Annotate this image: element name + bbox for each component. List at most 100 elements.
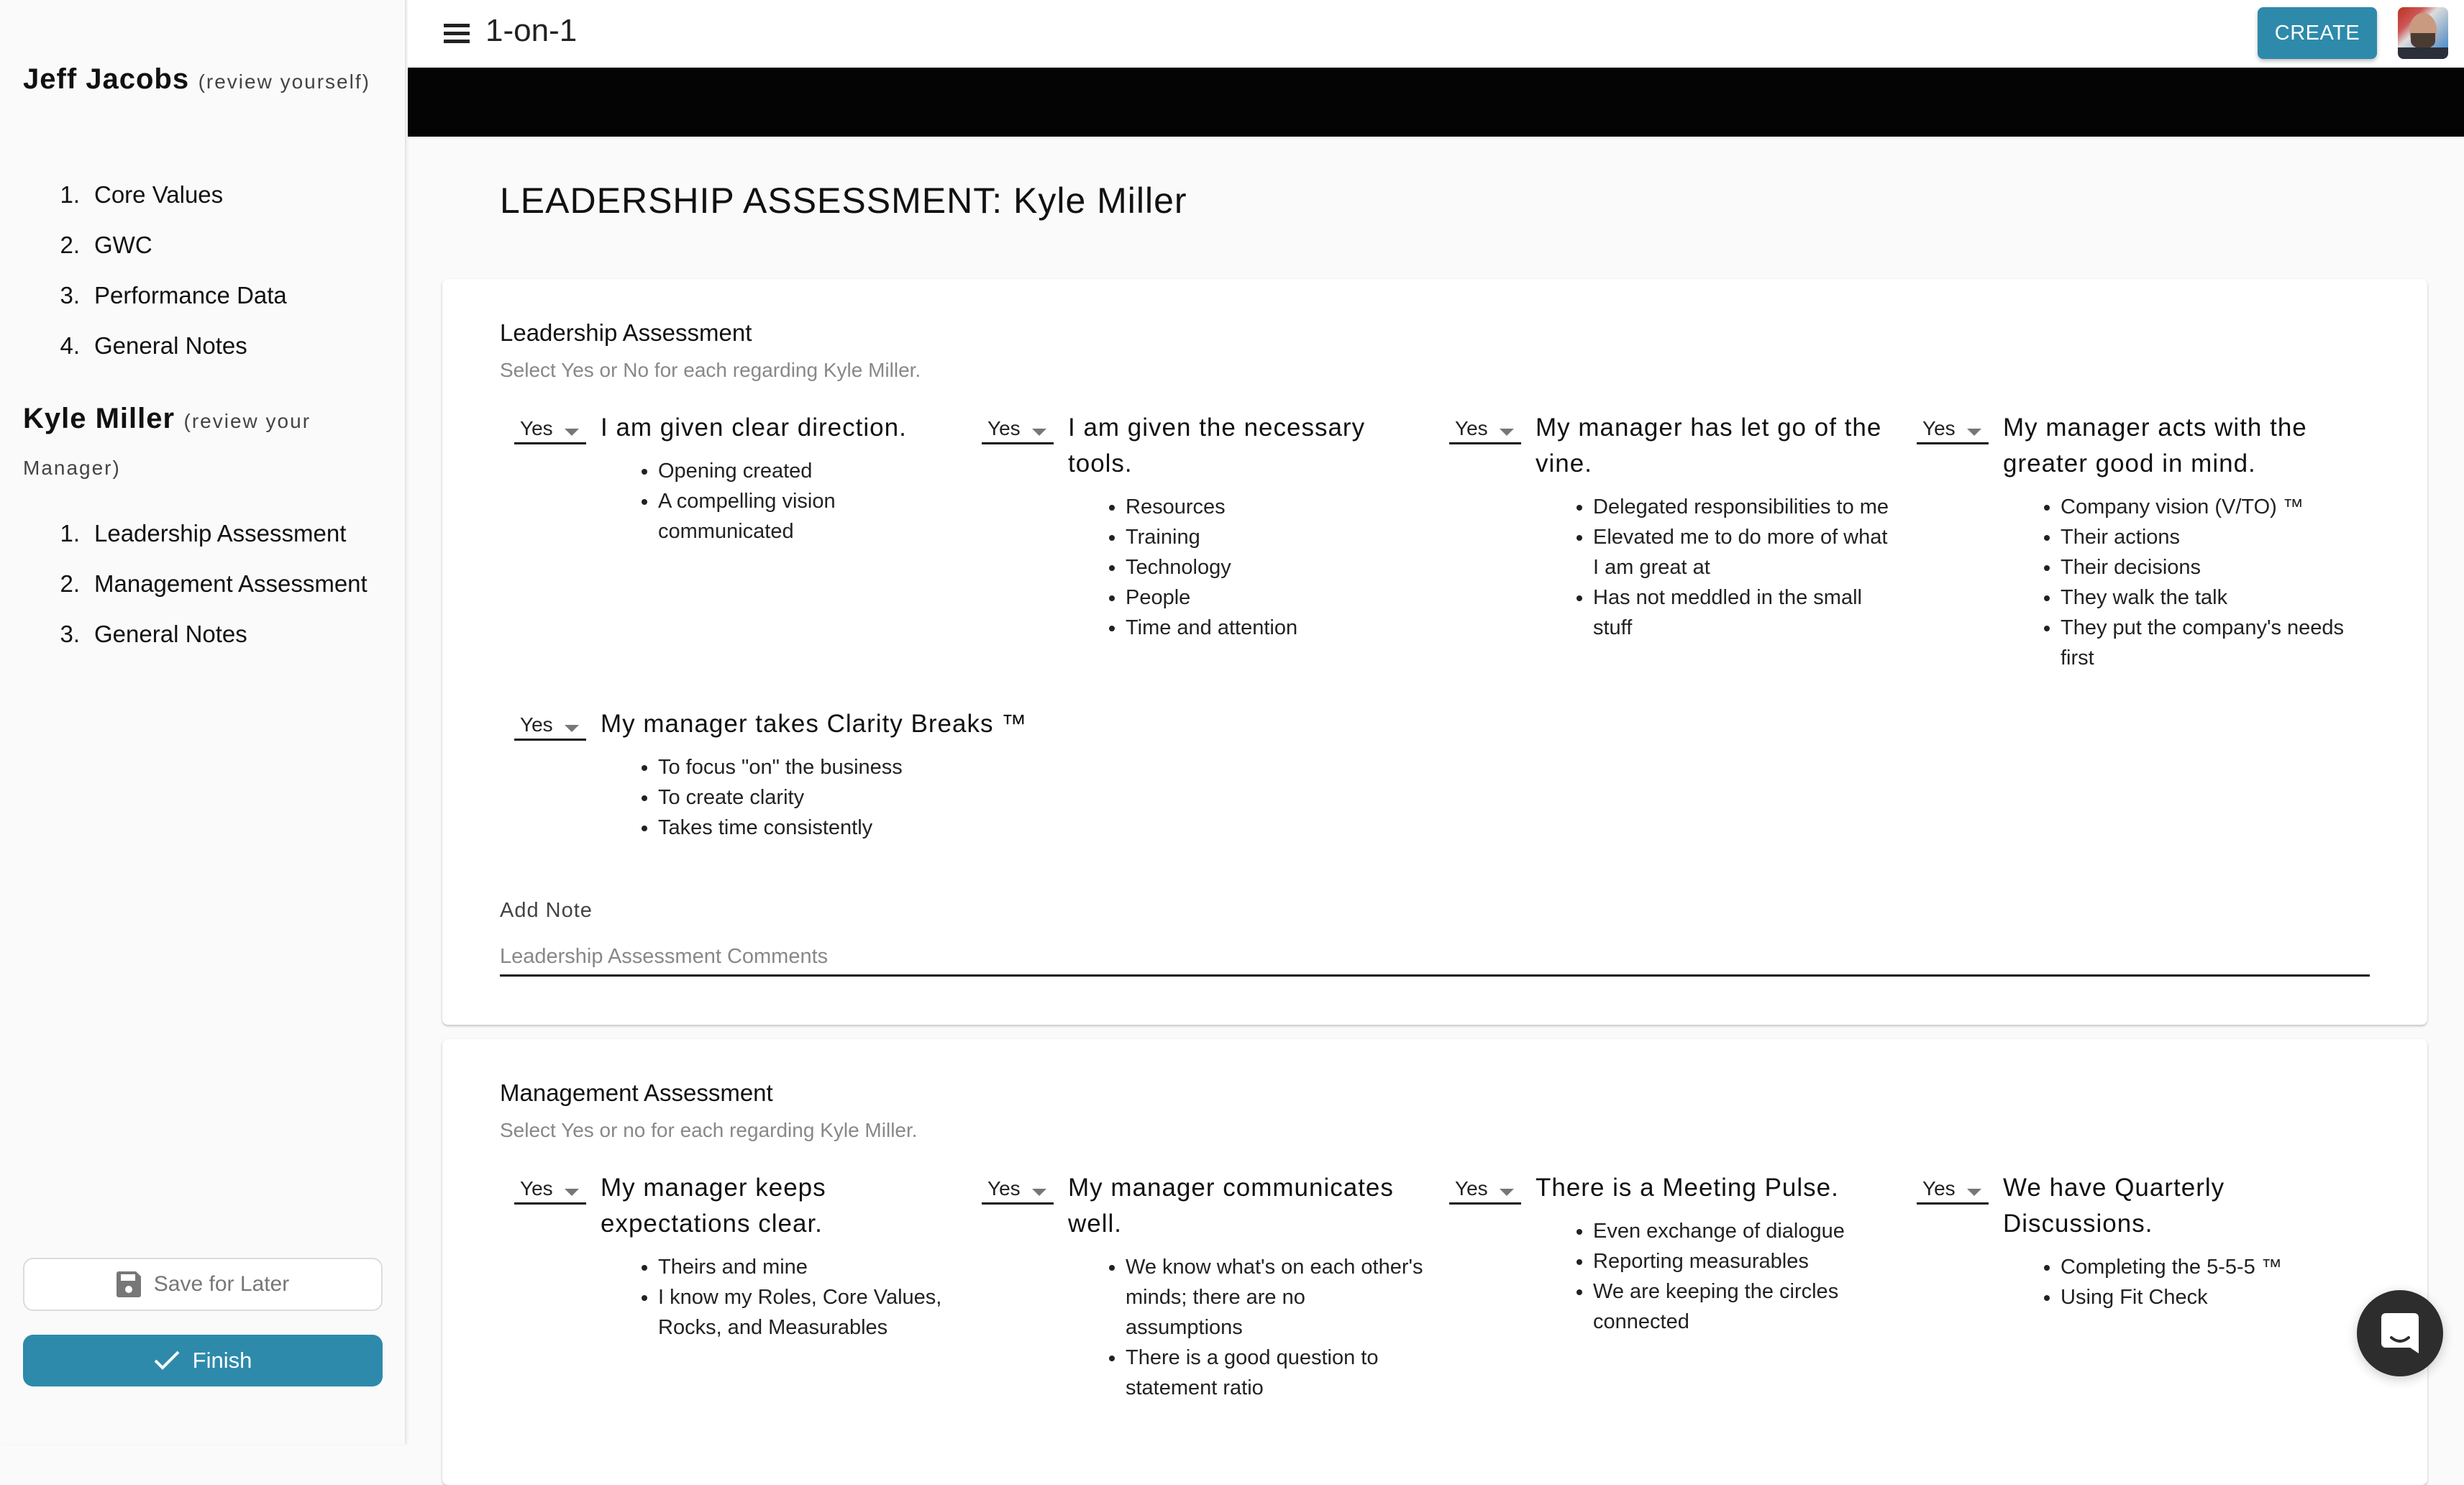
bullet-item: Takes time consistently: [658, 813, 960, 843]
sidebar-item-manager-general-notes[interactable]: 3. General Notes: [54, 609, 368, 659]
sidebar-item-leadership-assessment[interactable]: 1. Leadership Assessment: [54, 508, 368, 559]
answer-value: Yes: [520, 1177, 553, 1200]
bullet-item: People: [1126, 582, 1428, 613]
bullet-item: A compelling vision communicated: [658, 486, 960, 547]
dropdown-caret-icon: [1032, 429, 1046, 436]
bullet-item: We know what's on each other's minds; th…: [1126, 1252, 1428, 1343]
leadership-card-subtitle: Select Yes or No for each regarding Kyle…: [500, 359, 921, 381]
header-banner: [408, 68, 2464, 137]
item-number: 4.: [60, 332, 80, 359]
save-label: Save for Later: [153, 1272, 290, 1296]
dropdown-caret-icon: [1500, 1189, 1514, 1196]
sidebar-item-management-assessment[interactable]: 2. Management Assessment: [54, 559, 368, 609]
bullet-item: Elevated me to do more of what I am grea…: [1593, 522, 1895, 582]
sidebar-item-core-values[interactable]: 1. Core Values: [54, 170, 287, 220]
item-label: GWC: [94, 232, 152, 258]
bullet-item: There is a good question to statement ra…: [1126, 1343, 1428, 1403]
question-text: My manager keeps expectations clear.: [601, 1174, 826, 1238]
management-card-subtitle: Select Yes or no for each regarding Kyle…: [500, 1119, 918, 1141]
hamburger-menu-icon[interactable]: [444, 24, 470, 44]
bullet-item: Their actions: [2061, 522, 2363, 552]
bullet-item: To create clarity: [658, 782, 960, 813]
item-label: General Notes: [94, 332, 247, 359]
avatar-shirt: [2398, 47, 2448, 59]
sidebar-item-gwc[interactable]: 2. GWC: [54, 220, 287, 270]
create-button[interactable]: CREATE: [2258, 7, 2377, 59]
sidebar-item-general-notes[interactable]: 4. General Notes: [54, 321, 287, 371]
leadership-comments-input[interactable]: [500, 939, 2370, 977]
question-bullets: Company vision (V/TO) ™ Their actions Th…: [2061, 492, 2363, 673]
sidebar: Jeff Jacobs (review yourself) 1. Core Val…: [0, 0, 406, 1444]
sidebar-item-performance-data[interactable]: 3. Performance Data: [54, 270, 287, 321]
question-bullets: Delegated responsibilities to me Elevate…: [1593, 492, 1895, 643]
leadership-assessment-card: Leadership Assessment Select Yes or No f…: [442, 279, 2427, 1025]
answer-select[interactable]: Yes: [1449, 417, 1521, 444]
item-label: Core Values: [94, 181, 224, 208]
management-card-title: Management Assessment: [500, 1079, 773, 1106]
question-text: I am given clear direction.: [601, 413, 907, 442]
answer-value: Yes: [987, 417, 1021, 439]
question-bullets: Completing the 5-5-5 ™ Using Fit Check: [2061, 1252, 2363, 1312]
bullet-item: Opening created: [658, 456, 960, 486]
answer-select[interactable]: Yes: [1917, 417, 1989, 444]
item-number: 1.: [60, 520, 80, 547]
dropdown-caret-icon: [565, 1189, 579, 1196]
manager-name: Kyle Miller: [23, 403, 175, 434]
floppy-disk-icon: [116, 1271, 141, 1297]
item-number: 1.: [60, 181, 80, 208]
question-bullets: We know what's on each other's minds; th…: [1126, 1252, 1428, 1403]
item-number: 3.: [60, 282, 80, 309]
question-text: My manager communicates well.: [1068, 1174, 1394, 1238]
leadership-card-title: Leadership Assessment: [500, 319, 752, 346]
self-section-list: 1. Core Values 2. GWC 3. Performance Data 4…: [54, 170, 287, 371]
bullet-item: Delegated responsibilities to me: [1593, 492, 1895, 522]
answer-value: Yes: [1455, 417, 1488, 439]
question-bullets: Theirs and mine I know my Roles, Core Va…: [658, 1252, 960, 1343]
answer-value: Yes: [520, 713, 553, 736]
question-bullets: Even exchange of dialogue Reporting meas…: [1593, 1216, 1895, 1337]
question-text: My manager has let go of the vine.: [1536, 413, 1882, 478]
answer-select[interactable]: Yes: [982, 417, 1054, 444]
question-bullets: To focus "on" the business To create cla…: [658, 752, 960, 843]
answer-select[interactable]: Yes: [514, 417, 586, 444]
question-text: I am given the necessary tools.: [1068, 413, 1366, 478]
item-label: Performance Data: [94, 282, 287, 309]
question-text: We have Quarterly Discussions.: [2003, 1174, 2225, 1238]
bullet-item: Training: [1126, 522, 1428, 552]
item-label: Management Assessment: [94, 570, 368, 597]
finish-label: Finish: [192, 1348, 252, 1373]
answer-value: Yes: [1455, 1177, 1488, 1200]
question-bullets: Opening created A compelling vision comm…: [658, 456, 960, 547]
management-assessment-card: Management Assessment Select Yes or no f…: [442, 1039, 2427, 1485]
dropdown-caret-icon: [1032, 1189, 1046, 1196]
save-for-later-button[interactable]: Save for Later: [23, 1258, 383, 1311]
answer-select[interactable]: Yes: [1917, 1177, 1989, 1205]
bullet-item: Company vision (V/TO) ™: [2061, 492, 2363, 522]
bullet-item: Even exchange of dialogue: [1593, 1216, 1895, 1246]
finish-button[interactable]: Finish: [23, 1335, 383, 1386]
item-number: 3.: [60, 621, 80, 647]
manager-section-list: 1. Leadership Assessment 2. Management Ass…: [54, 508, 368, 659]
bullet-item: Their decisions: [2061, 552, 2363, 582]
question-text: There is a Meeting Pulse.: [1536, 1174, 1839, 1202]
self-sub: (review yourself): [198, 70, 370, 93]
bullet-item: To focus "on" the business: [658, 752, 960, 782]
answer-select[interactable]: Yes: [514, 713, 586, 741]
chat-launcher-button[interactable]: [2357, 1290, 2443, 1376]
answer-select[interactable]: Yes: [1449, 1177, 1521, 1205]
checkmark-icon: [154, 1351, 180, 1370]
question-text: My manager takes Clarity Breaks ™: [601, 710, 1028, 738]
bullet-item: Has not meddled in the small stuff: [1593, 582, 1895, 643]
user-avatar[interactable]: [2398, 7, 2448, 59]
bullet-item: Theirs and mine: [658, 1252, 960, 1282]
bullet-item: I know my Roles, Core Values, Rocks, and…: [658, 1282, 960, 1343]
answer-select[interactable]: Yes: [514, 1177, 586, 1205]
answer-select[interactable]: Yes: [982, 1177, 1054, 1205]
self-name: Jeff Jacobs: [23, 63, 190, 95]
item-label: Leadership Assessment: [94, 520, 347, 547]
page-title: LEADERSHIP ASSESSMENT: Kyle Miller: [500, 181, 1187, 221]
bullet-item: Technology: [1126, 552, 1428, 582]
question-bullets: Resources Training Technology People Tim…: [1126, 492, 1428, 643]
chat-bubble-icon: [2381, 1313, 2419, 1353]
bullet-item: Time and attention: [1126, 613, 1428, 643]
